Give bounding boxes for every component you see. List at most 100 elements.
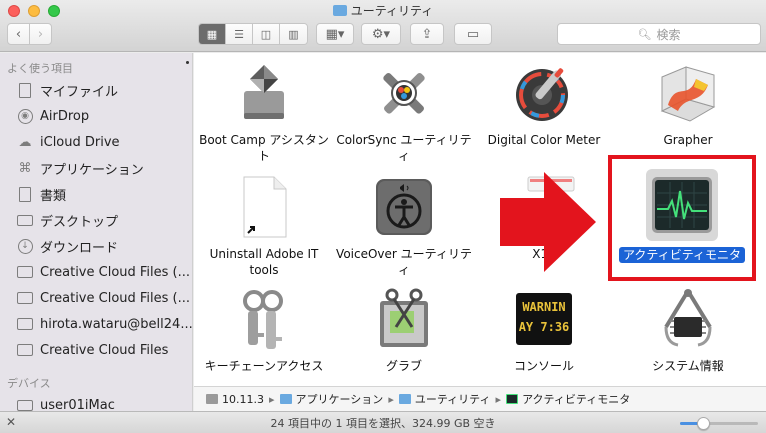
sidebar-item-documents[interactable]: 書類 xyxy=(0,182,192,206)
sidebar-item-creative-cloud-3[interactable]: Creative Cloud Files xyxy=(0,338,192,362)
annotation-highlight-box xyxy=(608,155,756,281)
sidebar-item-desktop[interactable]: デスクトップ xyxy=(0,208,192,232)
arrange-button[interactable]: ▦▾ xyxy=(316,23,354,45)
chevron-right-icon: › xyxy=(37,26,44,42)
path-segment-applications[interactable]: アプリケーション xyxy=(279,391,384,407)
chevron-left-icon: ‹ xyxy=(15,26,22,42)
icon-view-button[interactable]: ▦ xyxy=(199,24,226,44)
arrange-grid-icon: ▦▾ xyxy=(325,26,345,42)
list-view-icon: ☰ xyxy=(234,27,244,41)
file-item-label: ColorSync ユーティリティ xyxy=(336,133,472,163)
file-item-system-information[interactable]: システム情報 xyxy=(618,287,758,374)
grapher-icon xyxy=(656,61,720,125)
file-item-grab[interactable]: グラブ xyxy=(334,287,474,374)
sidebar-item-hirota[interactable]: hirota.wataru@bell24... xyxy=(0,312,193,336)
sidebar-item-label: 書類 xyxy=(40,188,67,204)
sidebar-item-label: user01iMac xyxy=(40,397,115,412)
sidebar-item-label: マイファイル xyxy=(40,84,119,100)
path-segment-utilities[interactable]: ユーティリティ xyxy=(398,391,491,407)
file-item-uninstall-adobe[interactable]: Uninstall Adobe IT tools xyxy=(194,175,334,278)
grab-icon xyxy=(372,287,436,351)
file-item-console[interactable]: WARNIN AY 7:36 コンソール xyxy=(474,287,614,374)
all-my-files-icon xyxy=(16,82,34,98)
folder-icon xyxy=(16,290,34,306)
tags-button[interactable]: ▭ xyxy=(454,23,492,45)
icon-view-icon: ▦ xyxy=(206,27,218,41)
sidebar-item-airdrop[interactable]: ◉ AirDrop xyxy=(0,104,192,128)
file-item-bootcamp[interactable]: Boot Camp アシスタント xyxy=(194,61,334,164)
system-information-icon xyxy=(656,287,720,351)
airdrop-icon: ◉ xyxy=(16,108,34,124)
column-view-button[interactable]: ◫ xyxy=(253,24,280,44)
sidebar: よく使う項目 マイファイル ◉ AirDrop ☁︎ iCloud Drive … xyxy=(0,53,193,411)
file-item-keychain[interactable]: キーチェーンアクセス xyxy=(194,287,334,374)
sidebar-item-downloads[interactable]: ↓ ダウンロード xyxy=(0,234,192,258)
sidebar-item-label: ダウンロード xyxy=(40,240,119,256)
file-item-label: コンソール xyxy=(513,359,574,373)
sidebar-item-creative-cloud-1[interactable]: Creative Cloud Files (... xyxy=(0,260,192,284)
disk-icon xyxy=(206,394,218,404)
keychain-icon xyxy=(232,287,296,351)
search-placeholder: 検索 xyxy=(656,27,681,42)
path-segment-label: アプリケーション xyxy=(295,393,384,406)
file-item-colorsync[interactable]: ColorSync ユーティリティ xyxy=(334,61,474,164)
activity-monitor-icon xyxy=(506,394,519,404)
sidebar-item-icloud-drive[interactable]: ☁︎ iCloud Drive xyxy=(0,130,192,154)
path-segment-label: ユーティリティ xyxy=(414,393,491,406)
sidebar-item-label: iCloud Drive xyxy=(40,134,120,150)
share-button[interactable]: ⇪ xyxy=(410,23,444,45)
path-separator-icon: ▸ xyxy=(269,392,275,406)
forward-button[interactable]: › xyxy=(29,23,52,45)
console-icon-line-2: AY 7:36 xyxy=(519,320,570,334)
alias-document-icon xyxy=(232,175,296,239)
icon-size-slider[interactable] xyxy=(680,417,758,430)
window-title: ユーティリティ xyxy=(0,2,766,19)
file-item-label: Grapher xyxy=(663,133,713,147)
folder-icon xyxy=(398,394,411,404)
folder-icon xyxy=(16,316,34,332)
sidebar-item-user01imac[interactable]: user01iMac xyxy=(0,393,192,412)
toolbar: ユーティリティ ‹ › ▦ ☰ ◫ ▥ ▦▾ ⚙▾ ⇪ ▭ 🔍︎ 検索 xyxy=(0,0,766,52)
window-title-text: ユーティリティ xyxy=(350,4,434,18)
download-icon: ↓ xyxy=(16,238,34,254)
digital-color-meter-icon xyxy=(512,61,576,125)
action-button[interactable]: ⚙▾ xyxy=(361,23,401,45)
status-text: 24 項目中の 1 項目を選択、324.99 GB 空き xyxy=(270,417,496,430)
sidebar-resize-dot xyxy=(186,61,189,64)
annotation-arrow xyxy=(500,172,596,272)
view-mode-segmented-control: ▦ ☰ ◫ ▥ xyxy=(198,23,308,45)
file-item-label: VoiceOver ユーティリティ xyxy=(336,247,472,277)
sidebar-item-label: Creative Cloud Files (... xyxy=(40,264,191,280)
sidebar-item-label: デスクトップ xyxy=(40,214,119,230)
voiceover-icon xyxy=(372,175,436,239)
search-field[interactable]: 🔍︎ 検索 xyxy=(557,23,761,45)
sidebar-item-label: hirota.wataru@bell24... xyxy=(40,316,193,332)
sidebar-heading-favorites: よく使う項目 xyxy=(7,62,73,75)
file-item-label: グラブ xyxy=(385,359,422,373)
column-view-icon: ◫ xyxy=(260,27,272,41)
sidebar-item-creative-cloud-2[interactable]: Creative Cloud Files (... xyxy=(0,286,192,310)
sidebar-item-all-my-files[interactable]: マイファイル xyxy=(0,78,192,102)
file-item-label: システム情報 xyxy=(652,359,724,373)
applications-icon: ⌘ xyxy=(18,160,32,176)
file-item-grapher[interactable]: Grapher xyxy=(618,61,758,148)
sidebar-item-label: Creative Cloud Files xyxy=(40,342,169,358)
path-segment-disk[interactable]: 10.11.3 xyxy=(206,393,264,406)
sidebar-item-applications[interactable]: ⌘ アプリケーション xyxy=(0,156,192,180)
imac-icon xyxy=(16,397,34,411)
list-view-button[interactable]: ☰ xyxy=(226,24,253,44)
bootcamp-icon xyxy=(232,61,296,125)
coverflow-view-button[interactable]: ▥ xyxy=(280,24,307,44)
file-item-digital-color-meter[interactable]: Digital Color Meter xyxy=(474,61,614,148)
path-segment-label: 10.11.3 xyxy=(222,392,264,406)
cloud-icon: ☁︎ xyxy=(18,134,32,150)
path-bar: 10.11.3 ▸ アプリケーション ▸ ユーティリティ ▸ アクティビティモニ… xyxy=(194,386,766,411)
document-icon xyxy=(16,186,34,202)
back-button[interactable]: ‹ xyxy=(7,23,30,45)
coverflow-view-icon: ▥ xyxy=(288,27,299,41)
path-segment-activity-monitor[interactable]: アクティビティモニタ xyxy=(506,391,630,407)
file-item-voiceover[interactable]: VoiceOver ユーティリティ xyxy=(334,175,474,278)
status-bar: ✕ 24 項目中の 1 項目を選択、324.99 GB 空き xyxy=(0,411,766,433)
gear-icon: ⚙▾ xyxy=(371,26,391,42)
file-item-label: キーチェーンアクセス xyxy=(204,359,324,373)
